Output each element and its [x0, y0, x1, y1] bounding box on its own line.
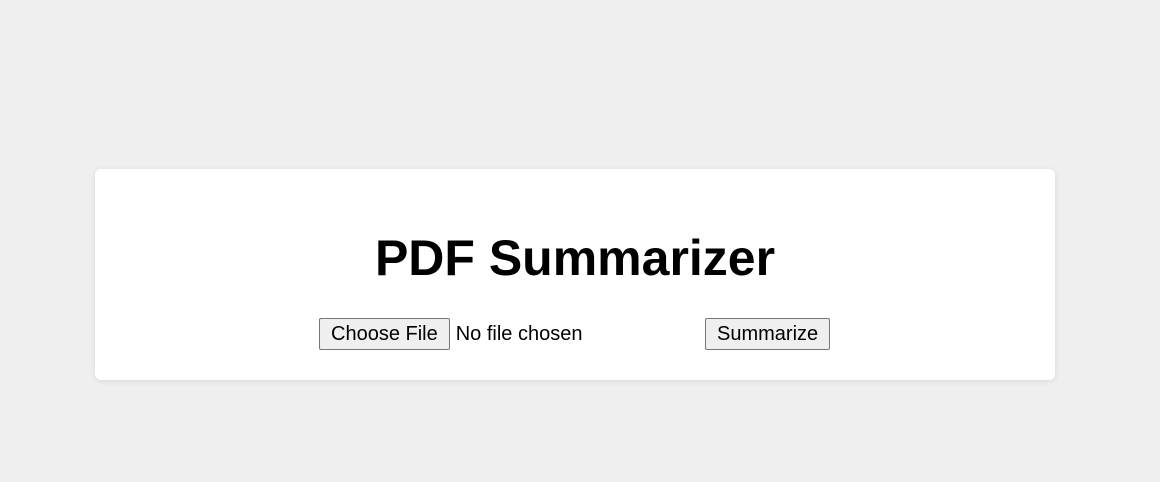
page-title: PDF Summarizer: [374, 230, 776, 286]
file-input[interactable]: Choose File No file chosen: [319, 318, 582, 350]
file-status-text: No file chosen: [455, 322, 583, 345]
choose-file-button[interactable]: Choose File: [319, 318, 450, 350]
summarizer-card: PDF Summarizer Choose File No file chose…: [95, 169, 1055, 380]
summarize-button[interactable]: Summarize: [705, 318, 831, 350]
